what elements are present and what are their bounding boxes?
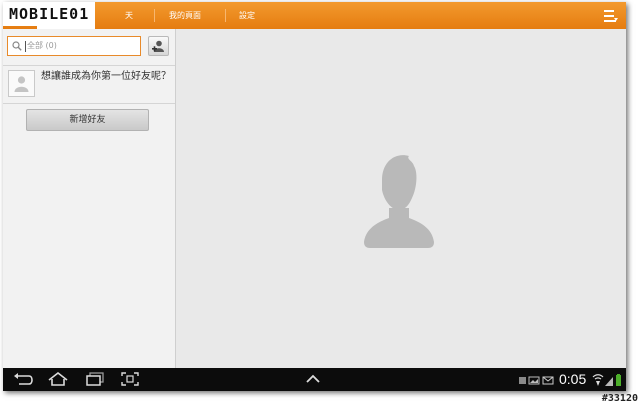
add-friend-button[interactable]: 新增好友 [26,109,149,131]
notification-icons [519,376,554,385]
wifi-signal-battery-icons [592,374,621,386]
detail-pane [176,29,626,368]
tab-divider [225,9,226,22]
tab-chat-label: 天 [125,11,133,20]
friends-list-pane: 全部 (0) 想讓誰成為你第一位好友呢？ 新增好友 [3,29,176,368]
recent-apps-icon[interactable] [85,372,105,386]
status-clock: 0:05 [559,371,587,387]
search-icon [12,41,22,51]
divider [3,103,175,104]
tab-my-page-label: 我的頁面 [169,11,201,20]
text-cursor [25,41,26,52]
tab-chat[interactable]: 天 [87,2,135,29]
person-silhouette-icon [14,76,29,92]
chevron-up-icon[interactable] [305,372,321,386]
search-placeholder: 全部 (0) [27,41,57,50]
mobile01-logo: MOBILE01 [3,2,96,26]
search-input[interactable]: 全部 (0) [7,36,141,56]
system-navigation-bar: 0:05 [3,368,626,391]
overflow-menu-icon[interactable] [604,8,618,22]
tab-my-page[interactable]: 我的頁面 [169,2,201,29]
back-icon[interactable] [13,372,33,386]
logo-text: MOBILE01 [9,5,90,23]
placeholder-avatar [8,70,35,97]
add-contact-button[interactable] [148,36,169,56]
divider [3,65,175,66]
first-friend-prompt: 想讓誰成為你第一位好友呢？ [41,71,171,82]
top-action-bar: MOBILE01 天 我的頁面 設定 [3,2,626,29]
tab-divider [154,9,155,22]
profile-silhouette-icon [364,155,434,248]
tab-settings-label: 設定 [239,11,255,20]
app-window: MOBILE01 天 我的頁面 設定 全部 (0) 想讓誰成為你第一位好友呢？ … [3,2,626,391]
tab-settings[interactable]: 設定 [239,2,255,29]
add-person-icon [152,40,164,52]
image-id-watermark: #33120 [601,393,638,404]
home-icon[interactable] [47,372,69,386]
screenshot-icon[interactable] [121,372,139,386]
